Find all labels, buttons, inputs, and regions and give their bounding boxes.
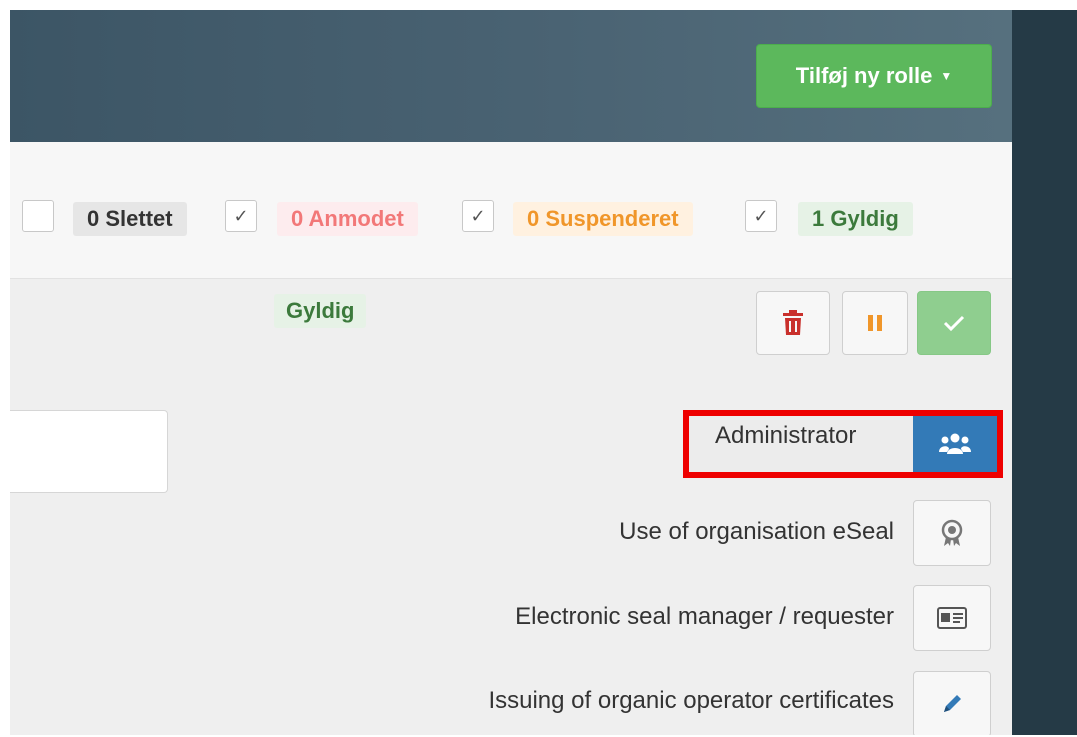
suspend-button[interactable] (842, 291, 908, 355)
validate-button[interactable] (917, 291, 991, 355)
delete-button[interactable] (756, 291, 830, 355)
filter-requested-checkbox[interactable]: ✓ (225, 200, 257, 232)
caret-down-icon: ▼ (940, 69, 953, 83)
role-label-eseal: Use of organisation eSeal (619, 518, 894, 545)
role-administrator: Administrator (683, 410, 1003, 478)
filter-requested-badge: 0 Anmodet (277, 202, 418, 236)
seal-manager-role-button[interactable] (913, 585, 991, 651)
role-label-organic-certificates: Issuing of organic operator certificates (488, 687, 894, 714)
administrator-role-button[interactable] (913, 416, 997, 472)
role-label-administrator: Administrator (715, 422, 857, 449)
role-label-seal-manager: Electronic seal manager / requester (515, 603, 894, 630)
check-icon (943, 315, 965, 332)
filter-suspended-checkbox[interactable]: ✓ (462, 200, 494, 232)
pencil-icon (944, 695, 961, 712)
status-filter-bar: 0 Slettet ✓ 0 Anmodet ✓ 0 Suspenderet ✓ … (10, 142, 1012, 279)
trash-icon (783, 310, 803, 335)
filter-deleted-badge: 0 Slettet (73, 202, 187, 236)
page-header: Tilføj ny rolle ▼ (10, 10, 1012, 142)
pause-icon (868, 315, 882, 331)
add-role-label: Tilføj ny rolle (795, 63, 933, 88)
filter-valid-badge: 1 Gyldig (798, 202, 913, 236)
filter-suspended-badge: 0 Suspenderet (513, 202, 693, 236)
users-icon (939, 433, 971, 454)
filter-valid-checkbox[interactable]: ✓ (745, 200, 777, 232)
eseal-role-button[interactable] (913, 500, 991, 566)
id-card-icon (937, 607, 967, 629)
role-row: Gyldig Administrator Use of organisation… (10, 278, 1012, 735)
organic-certificates-role-button[interactable] (913, 671, 991, 735)
certificate-icon (941, 519, 963, 546)
right-dark-panel (1012, 10, 1077, 735)
filter-deleted-checkbox[interactable] (22, 200, 54, 232)
main-panel: Tilføj ny rolle ▼ 0 Slettet ✓ 0 Anmodet … (10, 10, 1012, 735)
status-badge: Gyldig (274, 294, 367, 328)
name-input[interactable] (10, 410, 168, 493)
add-role-button[interactable]: Tilføj ny rolle ▼ (756, 44, 992, 108)
